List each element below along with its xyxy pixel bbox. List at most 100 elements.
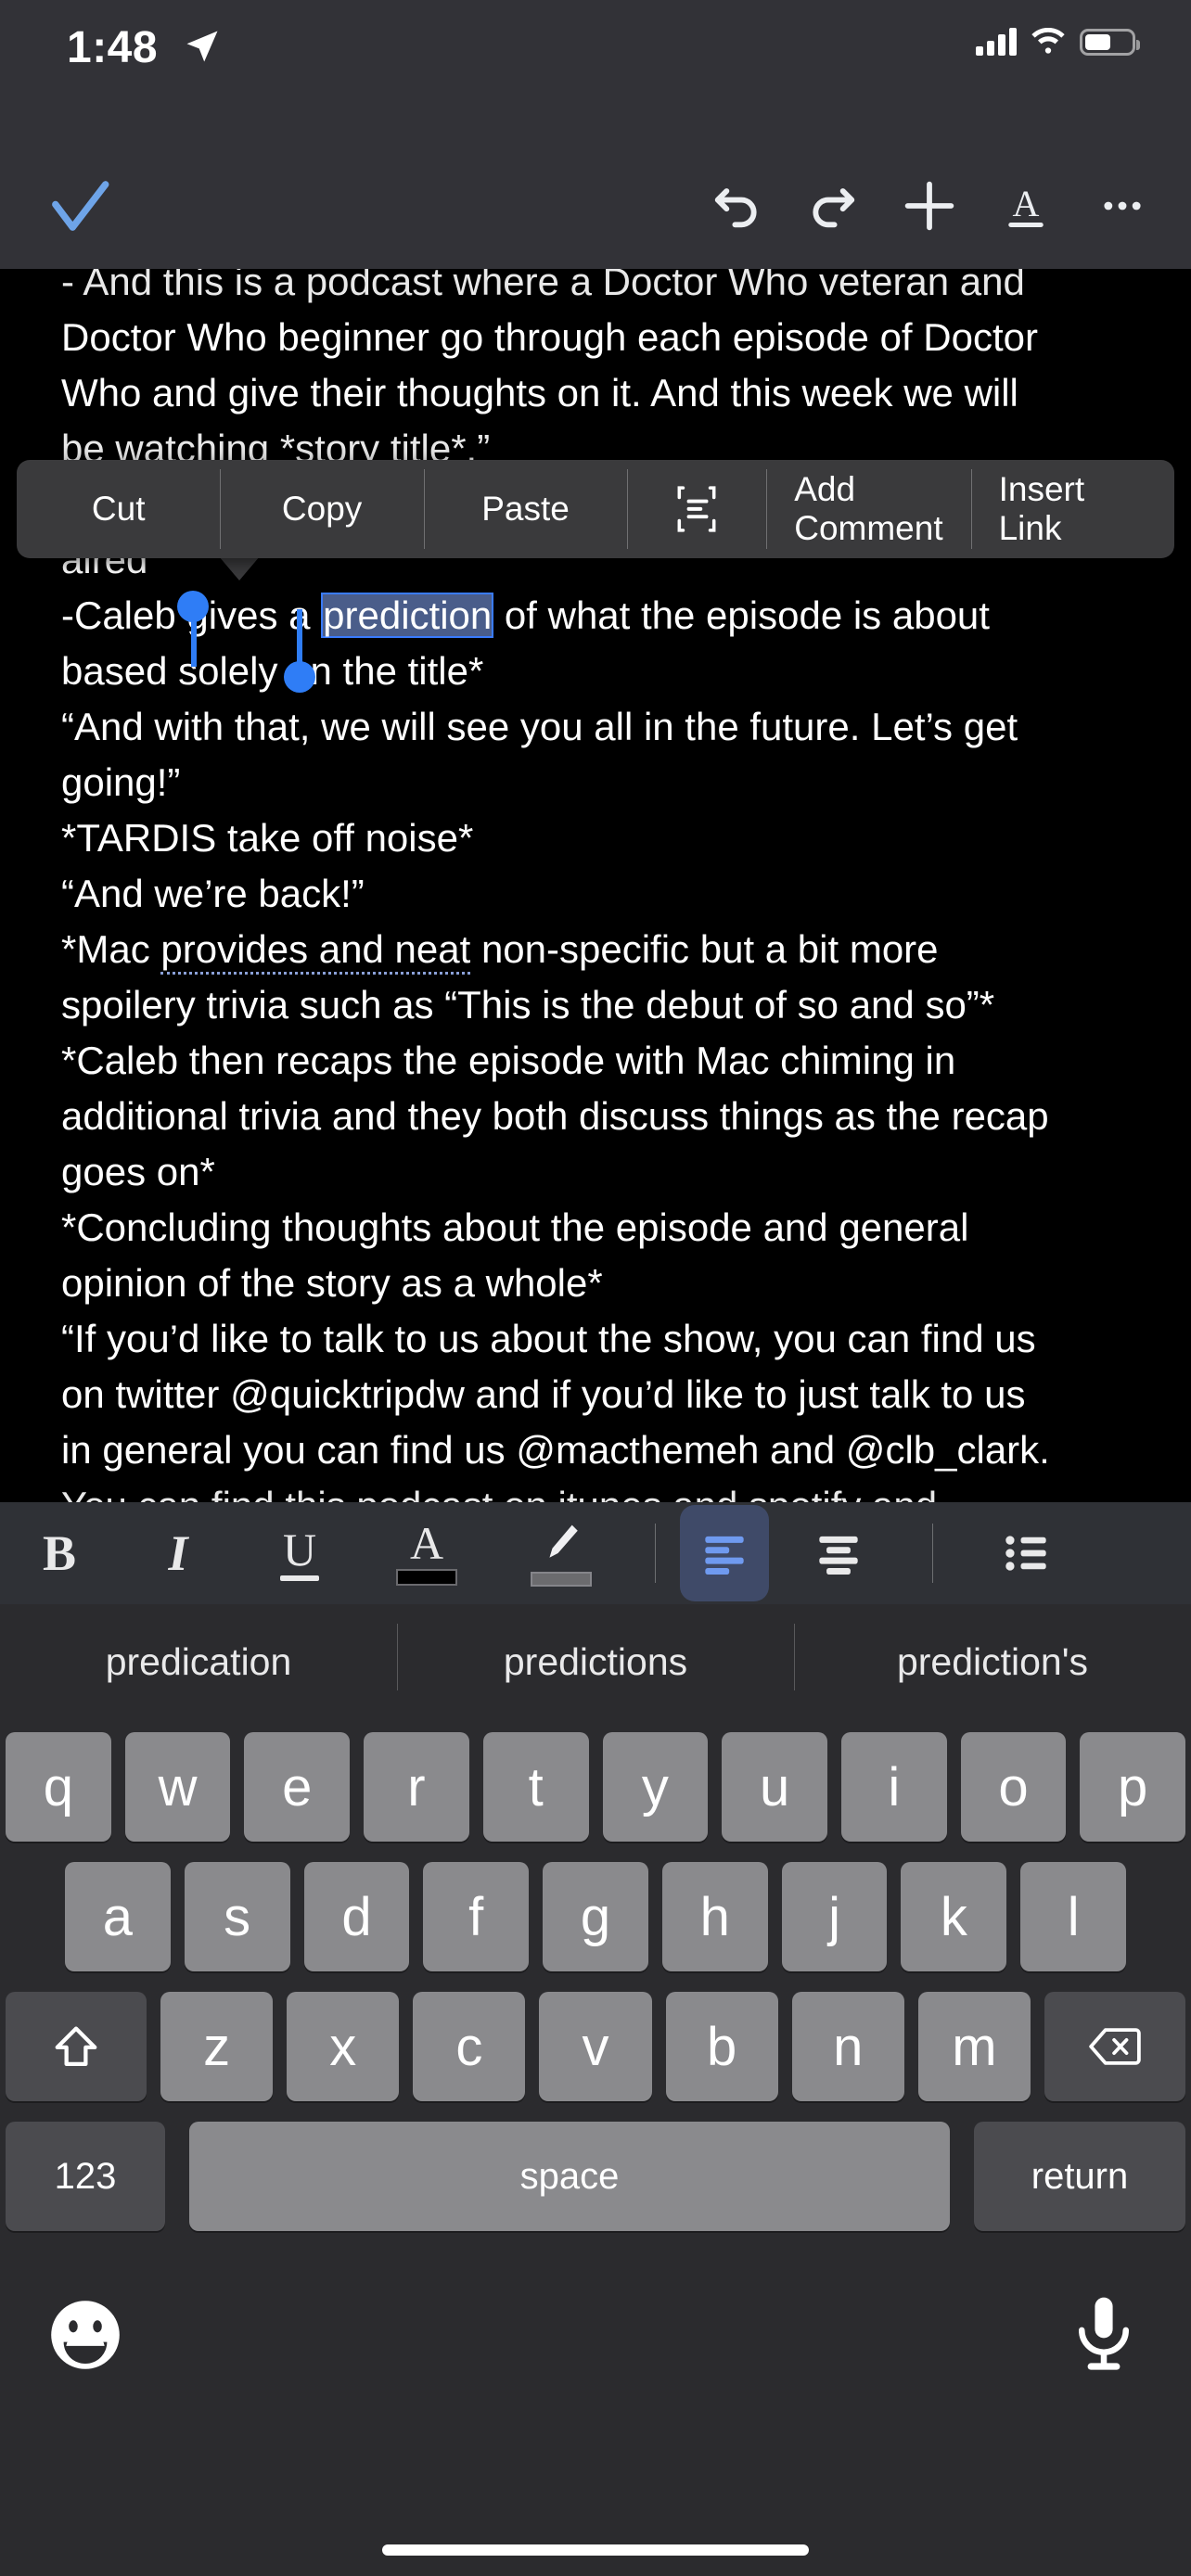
key-b[interactable]: b: [665, 1992, 778, 2101]
checkmark-icon: [52, 181, 109, 231]
bullet-list-button[interactable]: [957, 1502, 1096, 1604]
document-text[interactable]: - And this is a podcast where a Doctor W…: [0, 269, 1191, 1502]
emoji-smiley-icon: [51, 2301, 120, 2369]
bold-label: B: [42, 1525, 77, 1581]
key-z[interactable]: z: [160, 1992, 274, 2101]
redo-button[interactable]: [785, 158, 881, 254]
key-u[interactable]: u: [722, 1732, 827, 1842]
key-x[interactable]: x: [287, 1992, 400, 2101]
key-s[interactable]: s: [184, 1862, 290, 1971]
key-f[interactable]: f: [423, 1862, 530, 1971]
underline-button[interactable]: U: [237, 1502, 362, 1604]
shift-key[interactable]: [6, 1992, 147, 2101]
format-divider-1: [655, 1524, 656, 1583]
context-menu-label: Add Comment: [794, 470, 943, 547]
key-i[interactable]: i: [840, 1732, 947, 1842]
status-bar-time: 1:48: [67, 23, 159, 72]
underline-rule: [280, 1575, 319, 1581]
context-menu-item-copy[interactable]: Copy: [220, 460, 423, 558]
document-line: additional trivia and they both discuss …: [61, 1094, 1049, 1138]
document-line: Who and give their thoughts on it. And t…: [61, 371, 1018, 414]
bullet-list-icon: [1005, 1536, 1046, 1571]
italic-label: I: [168, 1525, 188, 1581]
key-n[interactable]: n: [791, 1992, 904, 2101]
context-menu-arrow: [219, 556, 260, 580]
context-menu-item-cut[interactable]: Cut: [17, 460, 220, 558]
key-c[interactable]: c: [413, 1992, 526, 2101]
text-color-label: A: [409, 1517, 444, 1569]
key-l[interactable]: l: [1020, 1862, 1127, 1971]
key-q[interactable]: q: [6, 1732, 111, 1842]
emoji-button[interactable]: [43, 2292, 128, 2378]
backspace-icon: [1089, 2028, 1141, 2065]
add-button[interactable]: [881, 158, 978, 254]
toolbar-actions: A: [688, 158, 1171, 254]
predictive-suggestion-1[interactable]: predication: [0, 1640, 397, 1684]
bold-button[interactable]: B: [0, 1502, 119, 1604]
context-menu-item-add-comment[interactable]: Add Comment: [766, 460, 970, 558]
key-p[interactable]: p: [1080, 1732, 1186, 1842]
key-k[interactable]: k: [901, 1862, 1007, 1971]
status-bar-indicators: [976, 28, 1140, 56]
numbers-key[interactable]: 123: [6, 2122, 165, 2231]
cellular-bars-icon: [976, 28, 1017, 56]
predictive-suggestion-2[interactable]: predictions: [397, 1623, 794, 1690]
key-e[interactable]: e: [244, 1732, 351, 1842]
keyboard: qwertyuiop asdfghjkl zxcvbnm 123 space r…: [0, 1719, 1191, 2276]
highlight-swatch: [531, 1572, 592, 1587]
key-g[interactable]: g: [543, 1862, 648, 1971]
key-m[interactable]: m: [917, 1992, 1031, 2101]
align-left-button[interactable]: [680, 1505, 769, 1601]
context-menu-item-insert-link[interactable]: Insert Link: [970, 460, 1174, 558]
spellcheck-text[interactable]: provides and neat: [160, 927, 471, 975]
key-d[interactable]: d: [303, 1862, 410, 1971]
context-menu-item-format-scan[interactable]: [627, 460, 766, 558]
document-line: - And this is a podcast where a Doctor W…: [61, 269, 1025, 303]
undo-button[interactable]: [688, 158, 785, 254]
dictation-button[interactable]: [1061, 2289, 1146, 2378]
document-line: going!”: [61, 760, 181, 804]
key-t[interactable]: t: [482, 1732, 589, 1842]
key-a[interactable]: a: [65, 1862, 171, 1971]
key-w[interactable]: w: [124, 1732, 231, 1842]
key-y[interactable]: y: [602, 1732, 709, 1842]
highlight-button[interactable]: [492, 1502, 631, 1604]
document-editor[interactable]: - And this is a podcast where a Doctor W…: [0, 269, 1191, 1502]
plus-icon: [904, 181, 954, 231]
selected-text[interactable]: prediction: [321, 593, 494, 638]
keyboard-row-4: 123 space return: [0, 2122, 1191, 2231]
document-line: *Concluding thoughts about the episode a…: [61, 1205, 969, 1249]
text-format-button[interactable]: A: [978, 158, 1074, 254]
key-v[interactable]: v: [539, 1992, 652, 2101]
text-color-button[interactable]: A: [362, 1502, 492, 1604]
selection-start-handle[interactable]: [177, 591, 209, 622]
context-menu-item-paste[interactable]: Paste: [423, 460, 627, 558]
keyboard-bottom-bar: [0, 2276, 1191, 2576]
key-r[interactable]: r: [364, 1732, 469, 1842]
home-indicator: [382, 2544, 809, 2556]
align-center-button[interactable]: [769, 1502, 908, 1604]
key-o[interactable]: o: [960, 1732, 1067, 1842]
text-color-swatch: [396, 1569, 457, 1586]
document-line: based solely on the title*: [61, 649, 484, 693]
delete-key[interactable]: [1044, 1992, 1185, 2101]
document-line: “And we’re back!”: [61, 872, 365, 915]
key-j[interactable]: j: [781, 1862, 888, 1971]
context-menu-label: Copy: [281, 490, 363, 528]
predictive-suggestion-3[interactable]: prediction's: [794, 1623, 1191, 1690]
highlighter-pen-icon: [549, 1524, 578, 1558]
keyboard-letters-row-3: zxcvbnm: [160, 1992, 1031, 2101]
redo-icon: [813, 188, 855, 228]
return-key[interactable]: return: [974, 2122, 1185, 2231]
document-line: goes on*: [61, 1150, 215, 1193]
selection-end-handle[interactable]: [284, 661, 315, 693]
document-format-icon: [677, 486, 716, 532]
more-options-button[interactable]: [1074, 158, 1171, 254]
document-line: *Mac provides and neat non-specific but …: [61, 922, 1130, 977]
key-h[interactable]: h: [661, 1862, 768, 1971]
keyboard-row-1: qwertyuiop: [0, 1732, 1191, 1842]
space-key[interactable]: space: [189, 2122, 950, 2231]
document-line: opinion of the story as a whole*: [61, 1261, 603, 1305]
done-button[interactable]: [35, 161, 124, 250]
italic-button[interactable]: I: [119, 1502, 237, 1604]
